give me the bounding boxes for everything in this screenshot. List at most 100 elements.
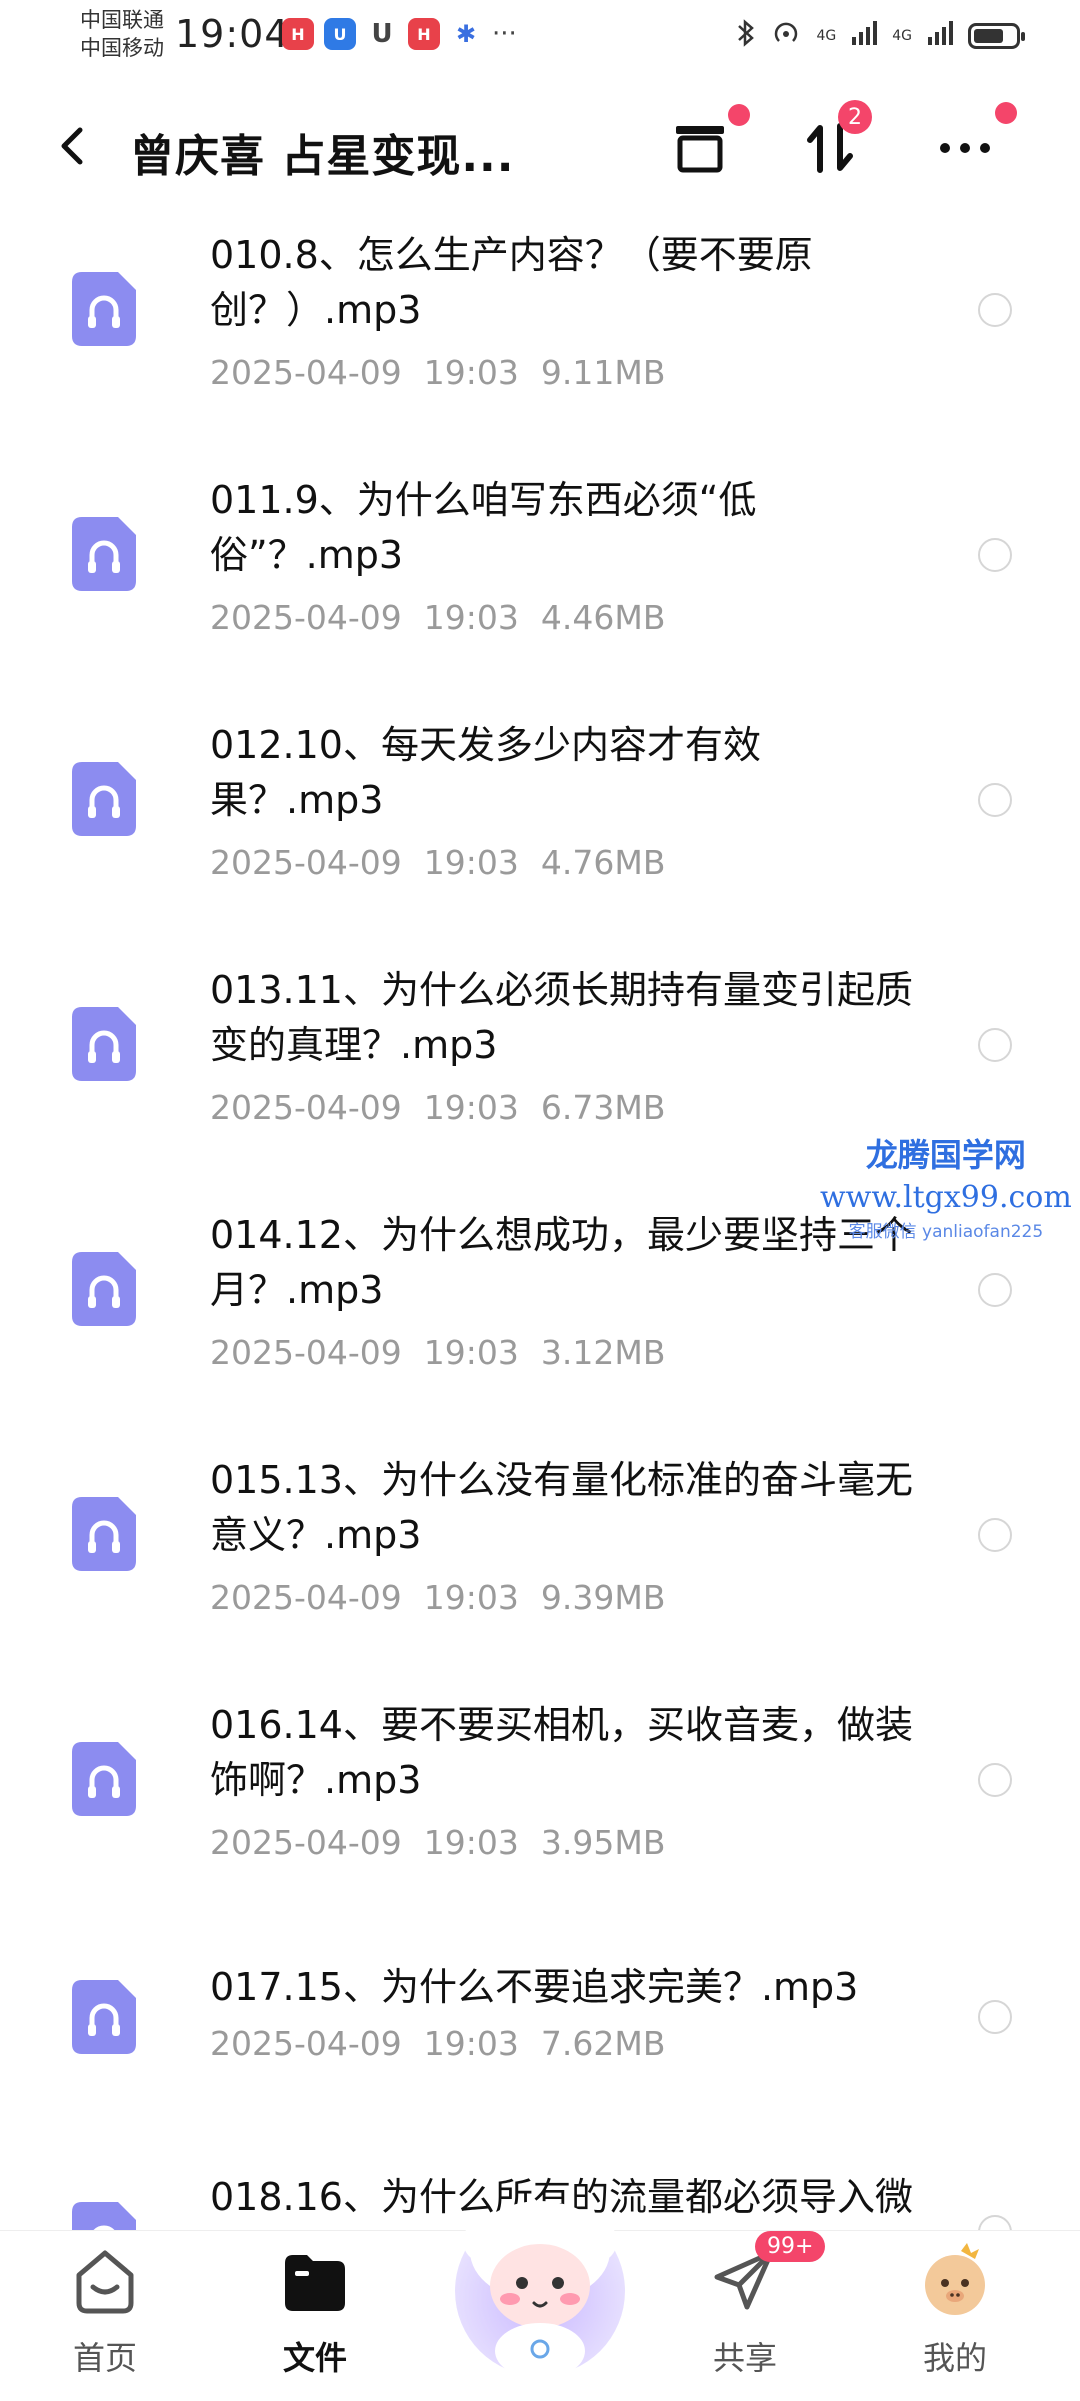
network-type-1: 4G	[816, 28, 837, 44]
audio-file-icon	[72, 1252, 136, 1326]
file-name: 015.13、为什么没有量化标准的奋斗毫无意义？.mp3	[210, 1458, 913, 1557]
audio-file-icon	[72, 272, 136, 346]
select-radio[interactable]	[978, 783, 1012, 817]
folder-icon	[285, 2255, 345, 2311]
nav-share[interactable]: 99+ 共享	[665, 2231, 826, 2379]
audio-file-icon	[72, 1980, 136, 2054]
u-app-icon: U	[366, 18, 398, 50]
audio-file-icon	[72, 762, 136, 836]
file-date: 2025-04-09	[210, 598, 402, 637]
page-title: 曾庆喜 占星变现...	[130, 131, 515, 182]
file-name: 013.11、为什么必须长期持有量变引起质变的真理？.mp3	[210, 968, 913, 1067]
more-red-dot	[995, 102, 1017, 124]
archive-button[interactable]	[660, 104, 750, 188]
file-time: 19:03	[423, 353, 519, 392]
select-radio[interactable]	[978, 293, 1012, 327]
file-row[interactable]: 016.14、要不要买相机，买收音麦，做装饰啊？.mp3 2025-04-09 1…	[0, 1685, 1080, 1930]
sort-button[interactable]: 2	[790, 100, 872, 188]
watermark: 龙腾国学网 www.ltgx99.com 客服微信 yanliaofan225	[820, 1130, 1072, 1242]
file-time: 19:03	[423, 1088, 519, 1127]
file-name: 017.15、为什么不要追求完美？.mp3	[210, 1965, 859, 2009]
file-name: 010.8、怎么生产内容？（要不要原创？）.mp3	[210, 233, 813, 332]
file-time: 19:03	[423, 1823, 519, 1862]
file-size: 9.11MB	[540, 353, 666, 392]
baidu-paw-icon: ✱	[450, 18, 482, 50]
file-meta: 2025-04-09 19:03 3.95MB	[210, 1823, 665, 1862]
file-size: 6.73MB	[540, 1088, 666, 1127]
file-time: 19:03	[423, 1578, 519, 1617]
folder-header: 曾庆喜 占星变现... 2	[0, 90, 1080, 200]
mascot-assistant-icon[interactable]	[430, 2181, 650, 2381]
carrier-1: 中国联通	[80, 8, 164, 32]
shield-app-icon: U	[324, 18, 356, 50]
select-radio[interactable]	[978, 1028, 1012, 1062]
status-bar: 中国联通 中国移动 19:04 H U U H ✱ ··· 4G 4G	[0, 0, 1080, 75]
bluetooth-icon	[736, 18, 756, 54]
file-row[interactable]: 010.8、怎么生产内容？（要不要原创？）.mp3 2025-04-09 19:0…	[0, 215, 1080, 460]
share-count-badge: 99+	[755, 2231, 826, 2262]
file-row[interactable]: 011.9、为什么咱写东西必须“低俗”？.mp3 2025-04-09 19:03…	[0, 460, 1080, 705]
status-time: 19:04	[175, 12, 290, 56]
audio-file-icon	[72, 517, 136, 591]
archive-red-dot	[728, 104, 750, 126]
network-type-2: 4G	[892, 28, 912, 44]
select-radio[interactable]	[978, 538, 1012, 572]
more-notifications-icon: ···	[492, 19, 517, 49]
huawei-app-icon-2: H	[408, 18, 440, 50]
file-time: 19:03	[423, 843, 519, 882]
nav-mine[interactable]: 我的	[875, 2241, 1035, 2379]
archive-box-icon	[676, 126, 724, 173]
carrier-info: 中国联通 中国移动	[80, 6, 164, 62]
carrier-2: 中国移动	[80, 36, 164, 60]
signal-icon-2	[926, 19, 954, 53]
file-meta: 2025-04-09 19:03 9.39MB	[210, 1578, 665, 1617]
back-button[interactable]	[50, 116, 100, 176]
home-icon	[76, 2250, 134, 2314]
file-time: 19:03	[423, 2024, 519, 2063]
file-time: 19:03	[423, 598, 519, 637]
file-meta: 2025-04-09 19:03 7.62MB	[210, 2024, 665, 2063]
file-name: 011.9、为什么咱写东西必须“低俗”？.mp3	[210, 478, 757, 577]
signal-icon-1	[850, 19, 878, 53]
nav-mine-label: 我的	[922, 2339, 987, 2377]
battery-icon	[968, 23, 1025, 49]
select-radio[interactable]	[978, 2215, 1012, 2230]
audio-file-icon	[72, 1007, 136, 1081]
audio-file-icon	[72, 1497, 136, 1571]
watermark-url: www.ltgx99.com	[820, 1180, 1072, 1215]
file-size: 7.62MB	[540, 2024, 666, 2063]
system-indicators: 4G 4G	[736, 18, 1025, 54]
file-date: 2025-04-09	[210, 2024, 402, 2063]
file-date: 2025-04-09	[210, 1823, 402, 1862]
file-row[interactable]: 017.15、为什么不要追求完美？.mp3 2025-04-09 19:03 7.6…	[0, 1930, 1080, 2120]
file-row[interactable]: 012.10、每天发多少内容才有效果？.mp3 2025-04-09 19:03 4…	[0, 705, 1080, 950]
audio-file-icon	[72, 2202, 136, 2230]
more-dots-icon	[940, 143, 990, 153]
select-radio[interactable]	[978, 1518, 1012, 1552]
avatar-icon	[925, 2243, 985, 2315]
nav-home[interactable]: 首页	[25, 2241, 185, 2379]
nav-home-label: 首页	[72, 2339, 137, 2377]
audio-file-icon	[72, 1742, 136, 1816]
file-meta: 2025-04-09 19:03 4.46MB	[210, 598, 665, 637]
file-size: 4.76MB	[540, 843, 666, 882]
select-radio[interactable]	[978, 2000, 1012, 2034]
file-date: 2025-04-09	[210, 1333, 402, 1372]
file-size: 9.39MB	[540, 1578, 666, 1617]
file-name: 016.14、要不要买相机，买收音麦，做装饰啊？.mp3	[210, 1703, 913, 1802]
file-date: 2025-04-09	[210, 353, 402, 392]
huawei-app-icon: H	[282, 18, 314, 50]
file-date: 2025-04-09	[210, 1088, 402, 1127]
bottom-navigation: 首页 文件 99+ 共享 我的	[0, 2201, 1080, 2401]
select-radio[interactable]	[978, 1763, 1012, 1797]
sort-count-badge: 2	[838, 100, 872, 134]
watermark-title: 龙腾国学网	[865, 1136, 1026, 1174]
file-meta: 2025-04-09 19:03 3.12MB	[210, 1333, 665, 1372]
chevron-left-icon	[61, 127, 83, 165]
select-radio[interactable]	[978, 1273, 1012, 1307]
file-time: 19:03	[423, 1333, 519, 1372]
nav-files[interactable]: 文件	[235, 2241, 395, 2379]
file-row[interactable]: 015.13、为什么没有量化标准的奋斗毫无意义？.mp3 2025-04-09 1…	[0, 1440, 1080, 1685]
more-options-button[interactable]	[925, 102, 1017, 188]
watermark-contact: 客服微信 yanliaofan225	[848, 1222, 1044, 1242]
